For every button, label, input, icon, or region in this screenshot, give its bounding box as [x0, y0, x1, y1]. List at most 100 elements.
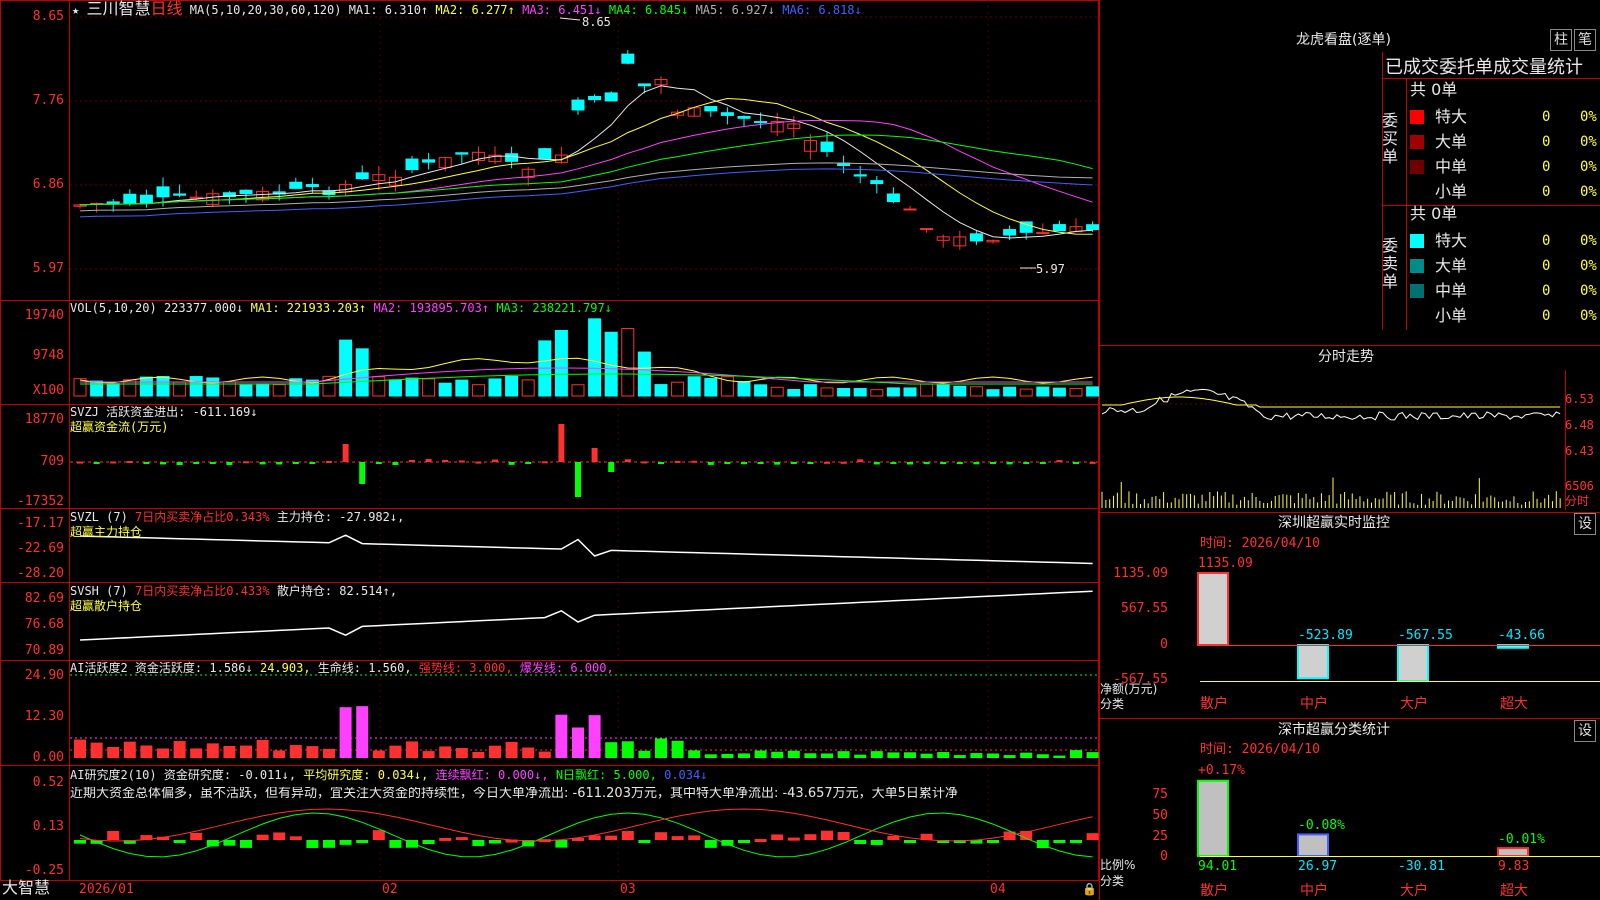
sell-row-count-1: 0: [1542, 258, 1551, 274]
svzj-bar-10: [243, 461, 249, 464]
candle-body-33: [621, 53, 635, 64]
svzj-bar-43: [790, 462, 797, 464]
vol-bar-11: [256, 383, 270, 397]
ai-active-a: 资金活跃度: 1.586↓: [134, 661, 253, 675]
ai-research-bar-13: [289, 836, 302, 840]
vol-bar-29: [554, 329, 568, 397]
lock-icon[interactable]: 🔒: [1082, 882, 1097, 896]
buy-row-swatch-1: [1410, 135, 1424, 149]
minute-axis-4: 6506: [1565, 479, 1594, 493]
ai-research-bar-50: [904, 840, 916, 843]
ai-active-bar-9: [223, 745, 236, 758]
monitor-settings-button[interactable]: 设: [1574, 513, 1596, 535]
ai-research-bar-6: [173, 840, 186, 843]
ai-active-bar-53: [953, 755, 966, 758]
monitor-cat-2: 大户: [1400, 696, 1428, 712]
ai-research-bar-37: [688, 835, 701, 840]
ai-active-bar-33: [621, 741, 634, 758]
ai-research-bar-34: [638, 840, 651, 843]
vol-axis-3: X100: [32, 383, 64, 398]
ai-active-bar-58: [1036, 754, 1049, 758]
vol-bar-4: [139, 376, 153, 397]
date-axis-3: 03: [620, 882, 636, 897]
monitor-value-0: 1135.09: [1198, 556, 1253, 571]
monitor-unit: 净额(万元): [1100, 682, 1158, 696]
svzj-bar-58: [1039, 462, 1046, 464]
vol-bar-56: [1003, 386, 1017, 397]
favorite-star-icon[interactable]: ★: [72, 3, 79, 17]
monitor-bar-2: [1397, 644, 1429, 683]
svzj-bar-59: [1056, 460, 1063, 463]
vol-bar-58: [1036, 386, 1050, 397]
class-settings-button[interactable]: 设: [1574, 720, 1596, 742]
ai-research-bar-25: [489, 840, 501, 844]
ai-active-bar-48: [870, 751, 883, 758]
svzj-bar-41: [757, 462, 764, 464]
candle-body-41: [754, 121, 768, 124]
ai-active-bar-35: [655, 738, 667, 758]
price-high-note: 8.65: [582, 15, 611, 29]
sell-row-count-3: 0: [1542, 308, 1551, 324]
date-axis-1: 2026/01: [79, 882, 134, 897]
buy-row-name-0: 特大: [1435, 107, 1468, 126]
svzj-bar-47: [857, 459, 864, 462]
vol-bar-16: [339, 339, 353, 397]
svsh-axis-3: 70.89: [24, 643, 64, 658]
svzj-title: 超赢资金流(万元): [70, 420, 169, 434]
class-axis-3: 25: [1152, 829, 1168, 844]
candle-body-14: [305, 184, 319, 187]
buy-row-count-1: 0: [1542, 134, 1551, 150]
ai-active-bar-41: [754, 750, 767, 758]
svzj-bar-6: [176, 462, 183, 465]
svzj-bar-48: [873, 462, 880, 465]
vol-bar-52: [936, 384, 950, 397]
svzj-bar-60: [1073, 462, 1079, 464]
vol-ma2: MA2: 193895.703↑: [373, 301, 490, 315]
ai-active-bar-60: [1070, 750, 1082, 758]
period-label[interactable]: 日线: [150, 0, 182, 18]
ai-research-bar-10: [240, 840, 252, 848]
ai-active-bar-7: [190, 748, 203, 758]
vol-bar-2: [106, 383, 120, 397]
svzj-bar-9: [226, 462, 233, 465]
ai-active-bar-13: [289, 745, 302, 758]
ai-active-bar-8: [206, 743, 219, 758]
candle-body-50: [903, 208, 917, 211]
column-view-button[interactable]: 柱: [1550, 29, 1572, 51]
ai-research-b: 平均研究度: 0.034↓,: [303, 768, 429, 782]
price-axis-1: 8.65: [32, 9, 64, 24]
buy-row-swatch-3: [1410, 185, 1424, 199]
ai-research-params: AI研究度2(10): [70, 768, 157, 782]
vol-bar-35: [654, 384, 668, 397]
svzj-bar-52: [940, 462, 947, 465]
tick-view-button[interactable]: 笔: [1574, 29, 1596, 51]
ma-line-5: [79, 162, 1093, 212]
vol-bar-20: [405, 377, 419, 397]
class-bar-1: [1297, 833, 1329, 858]
svzj-bar-25: [492, 459, 498, 462]
sell-order-label: 委卖单: [1382, 236, 1399, 291]
vol-bar-24: [471, 384, 485, 397]
svzj-bar-11: [259, 462, 266, 465]
class-bar-0: [1197, 779, 1229, 857]
candle-body-20: [405, 158, 419, 171]
buy-row-pct-0: 0%: [1580, 109, 1597, 125]
ai-active-bar-45: [821, 753, 833, 758]
candle-body-5: [156, 186, 170, 198]
svzl-axis-1: -17.17: [17, 516, 64, 531]
ai-research-bar-35: [655, 832, 667, 840]
candle-body-40: [737, 116, 751, 119]
svzj-bar-24: [475, 461, 482, 464]
ai-active-bar-38: [704, 754, 717, 758]
vol-bar-12: [272, 384, 286, 397]
ai-research-bar-15: [323, 840, 335, 848]
ai-active-bar-15: [323, 748, 335, 758]
ai-research-axis-1: 0.52: [32, 775, 64, 790]
svzj-header: SVZJ 活跃资金进出: -611.169↓: [70, 405, 258, 419]
price-low-note: 5.97: [1036, 262, 1065, 276]
svzj-bar-7: [193, 462, 200, 464]
monitor-cat-3: 超大: [1500, 696, 1528, 712]
chart-canvas[interactable]: [0, 0, 1600, 900]
svzl-axis-2: -22.69: [17, 541, 64, 556]
svzj-bar-15: [326, 460, 332, 463]
